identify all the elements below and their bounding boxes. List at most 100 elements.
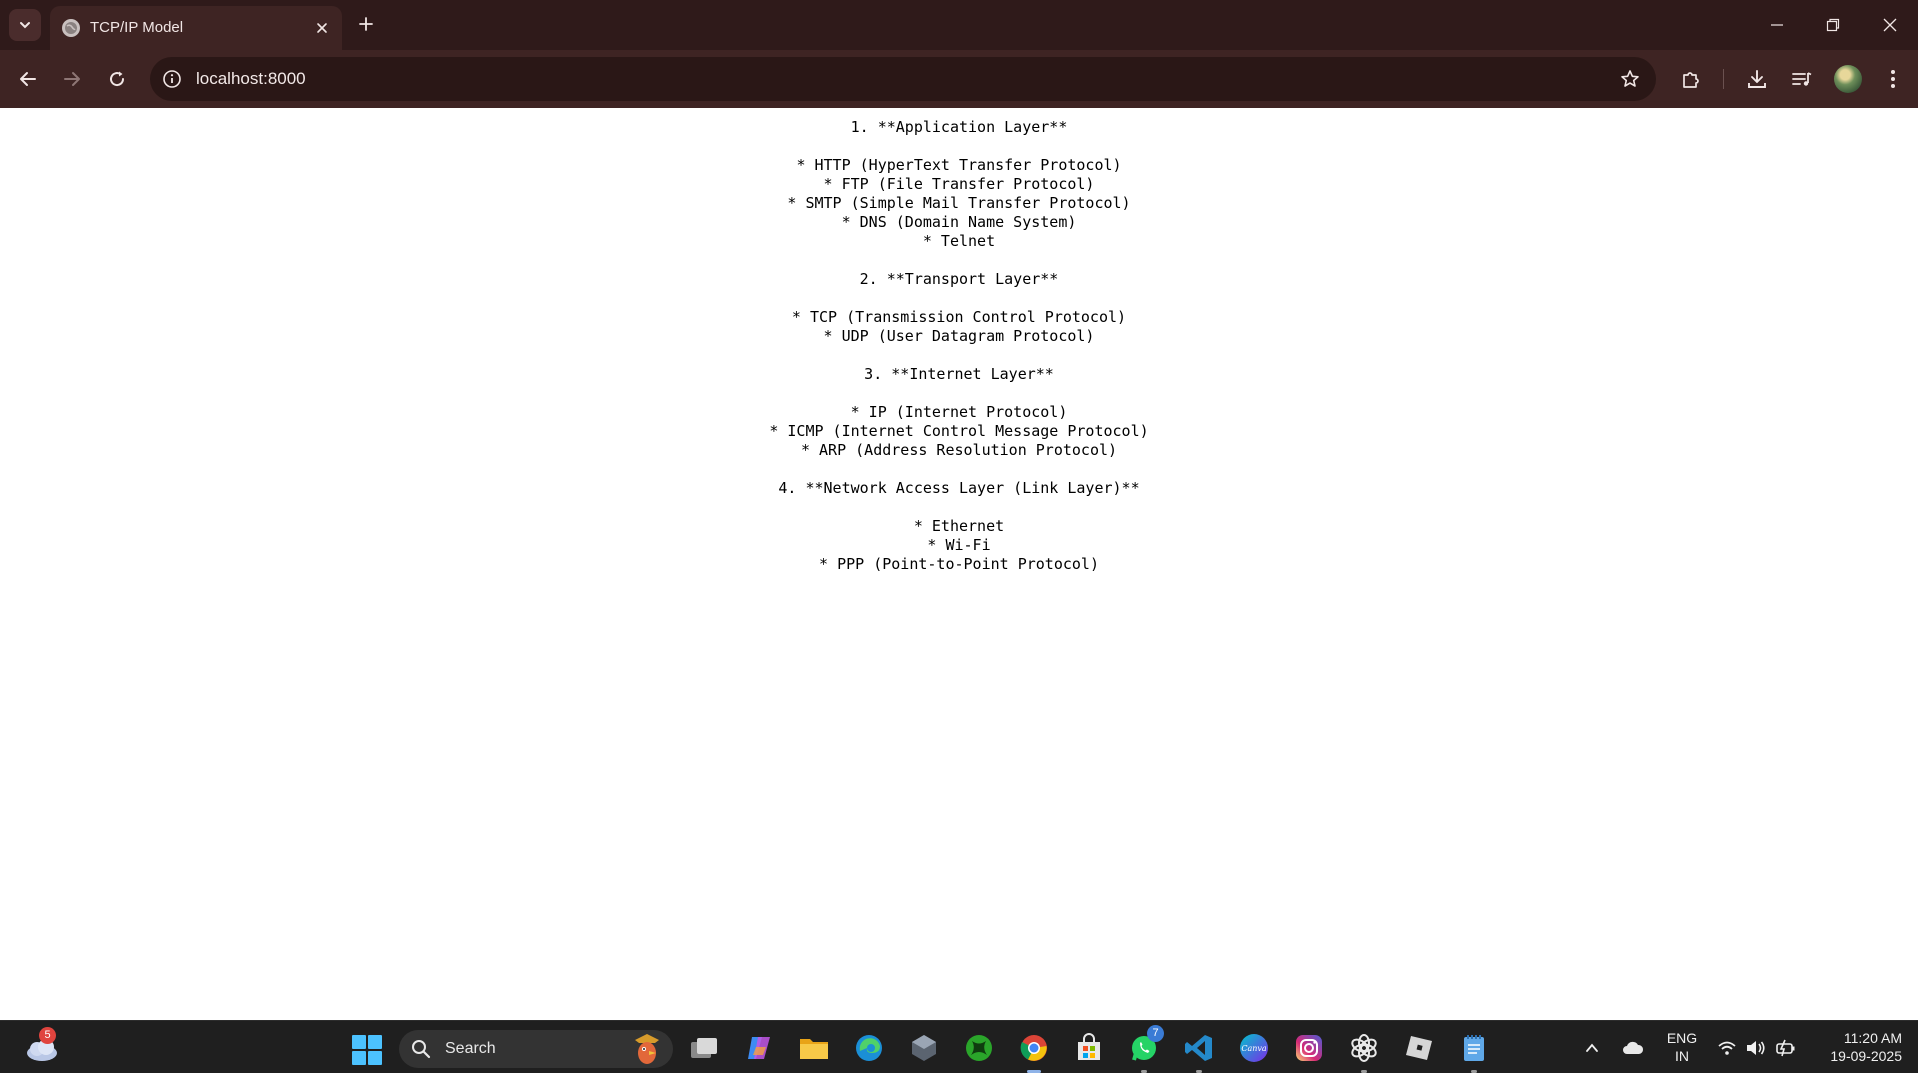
- bookmark-button[interactable]: [1618, 67, 1642, 91]
- bird-illustration-icon: [635, 1034, 659, 1064]
- menu-button[interactable]: [1878, 64, 1908, 94]
- site-info-button[interactable]: [160, 67, 184, 91]
- taskbar-copilot[interactable]: [742, 1031, 776, 1065]
- taskbar-notepad[interactable]: [1457, 1031, 1491, 1073]
- tab-close-button[interactable]: [312, 18, 332, 38]
- text-line: [0, 346, 1918, 365]
- language-line1: ENG: [1666, 1030, 1698, 1046]
- windows-logo-tile: [352, 1035, 366, 1049]
- taskbar-instagram[interactable]: [1292, 1031, 1326, 1065]
- forward-button[interactable]: [57, 64, 87, 94]
- battery-charging-icon: [1776, 1039, 1795, 1057]
- minimize-button[interactable]: [1762, 10, 1792, 40]
- tab-search-button[interactable]: [9, 9, 41, 41]
- taskbar-canva[interactable]: Canva: [1237, 1031, 1271, 1065]
- language-line2: IN: [1675, 1048, 1689, 1064]
- cloud-icon: [1623, 1041, 1644, 1054]
- back-button[interactable]: [13, 64, 43, 94]
- extensions-button[interactable]: [1676, 64, 1706, 94]
- star-icon: [1621, 70, 1639, 87]
- vscode-icon: [1185, 1035, 1212, 1061]
- start-button[interactable]: [352, 1035, 382, 1065]
- info-icon: [163, 70, 181, 88]
- taskbar-search[interactable]: Search: [399, 1030, 673, 1068]
- wifi-tray[interactable]: [1716, 1037, 1738, 1059]
- chevron-down-icon: [20, 22, 30, 29]
- chrome-icon: [1020, 1035, 1047, 1061]
- text-line: 2. **Transport Layer**: [859, 270, 1059, 288]
- tab-title: TCP/IP Model: [90, 19, 184, 36]
- taskbar-chrome[interactable]: [1017, 1031, 1051, 1073]
- taskbar-roblox[interactable]: [1402, 1031, 1436, 1065]
- windows-logo-tile: [368, 1051, 382, 1065]
- text-line: [0, 251, 1918, 270]
- url-text[interactable]: localhost:8000: [196, 69, 306, 89]
- toolbar-divider: [1723, 69, 1724, 89]
- taskbar-microsoft-store[interactable]: [1072, 1031, 1106, 1065]
- battery-tray[interactable]: [1775, 1037, 1797, 1059]
- restore-button[interactable]: [1818, 10, 1848, 40]
- downloads-button[interactable]: [1742, 64, 1772, 94]
- text-line: 3. **Internet Layer**: [864, 365, 1054, 383]
- volume-tray[interactable]: [1745, 1037, 1767, 1059]
- taskbar-file-explorer[interactable]: [797, 1031, 831, 1065]
- taskbar-vscode[interactable]: [1182, 1031, 1216, 1073]
- taskbar-clock[interactable]: 11:20 AM 19-09-2025: [1812, 1029, 1902, 1065]
- text-line: * ICMP (Internet Control Message Protoco…: [769, 422, 1149, 440]
- show-hidden-icons-button[interactable]: [1581, 1037, 1603, 1059]
- text-line: * Ethernet: [913, 517, 1005, 535]
- more-vertical-icon: [1891, 70, 1895, 88]
- address-bar[interactable]: localhost:8000: [150, 57, 1656, 101]
- reload-button[interactable]: [102, 64, 132, 94]
- profile-avatar[interactable]: [1834, 65, 1862, 93]
- tab-strip: TCP/IP Model: [0, 0, 1918, 50]
- close-window-button[interactable]: [1875, 10, 1905, 40]
- text-line: * UDP (User Datagram Protocol): [823, 327, 1095, 345]
- whatsapp-badge: 7: [1147, 1025, 1164, 1042]
- weather-widget[interactable]: 5: [24, 1027, 60, 1063]
- browser-toolbar: localhost:8000: [0, 50, 1918, 108]
- text-line: * SMTP (Simple Mail Transfer Protocol): [787, 194, 1131, 212]
- text-line: [0, 289, 1918, 308]
- clock-time: 11:20 AM: [1843, 1030, 1902, 1046]
- roblox-icon: [1406, 1036, 1432, 1060]
- close-icon: [1883, 18, 1897, 32]
- canva-label: Canva: [1241, 1044, 1267, 1053]
- taskbar-whatsapp[interactable]: 7: [1127, 1025, 1164, 1073]
- globe-icon: [62, 19, 80, 37]
- media-controls-button[interactable]: [1787, 64, 1817, 94]
- taskbar-app-generic[interactable]: [907, 1031, 941, 1065]
- taskbar-edge[interactable]: [852, 1031, 886, 1065]
- tab-active[interactable]: TCP/IP Model: [50, 6, 342, 50]
- taskbar: 5 Search 7 Canva ENG IN 11:20 AM 19-09-2…: [0, 1020, 1918, 1073]
- plus-icon: [359, 17, 373, 31]
- search-icon: [412, 1040, 431, 1059]
- text-line: * TCP (Transmission Control Protocol): [791, 308, 1127, 326]
- task-view-icon: [691, 1038, 717, 1058]
- text-line: [0, 384, 1918, 403]
- language-indicator[interactable]: ENG IN: [1664, 1029, 1700, 1065]
- text-line: * IP (Internet Protocol): [850, 403, 1068, 421]
- puzzle-icon: [1683, 72, 1699, 88]
- text-line: * Wi-Fi: [927, 536, 991, 554]
- text-line: * FTP (File Transfer Protocol): [823, 175, 1095, 193]
- new-tab-button[interactable]: [354, 12, 378, 36]
- arrow-right-icon: [64, 72, 80, 86]
- taskbar-task-view[interactable]: [687, 1031, 721, 1065]
- copilot-icon: [748, 1037, 770, 1059]
- taskbar-chatgpt[interactable]: [1347, 1031, 1381, 1073]
- taskbar-xbox[interactable]: [962, 1031, 996, 1065]
- text-line: * PPP (Point-to-Point Protocol): [819, 555, 1099, 573]
- chevron-up-icon: [1586, 1043, 1598, 1052]
- page-text: 1. **Application Layer** * HTTP (HyperTex…: [0, 118, 1918, 574]
- onedrive-tray[interactable]: [1622, 1037, 1644, 1059]
- xbox-icon: [966, 1035, 992, 1061]
- arrow-left-icon: [20, 72, 36, 86]
- instagram-icon: [1296, 1035, 1322, 1061]
- folder-icon: [800, 1039, 828, 1059]
- weather-badge: 5: [39, 1027, 56, 1044]
- text-line: 4. **Network Access Layer (Link Layer)**: [778, 479, 1140, 497]
- hexagon-app-icon: [912, 1035, 936, 1061]
- playlist-icon: [1792, 72, 1812, 86]
- wifi-icon: [1718, 1041, 1736, 1055]
